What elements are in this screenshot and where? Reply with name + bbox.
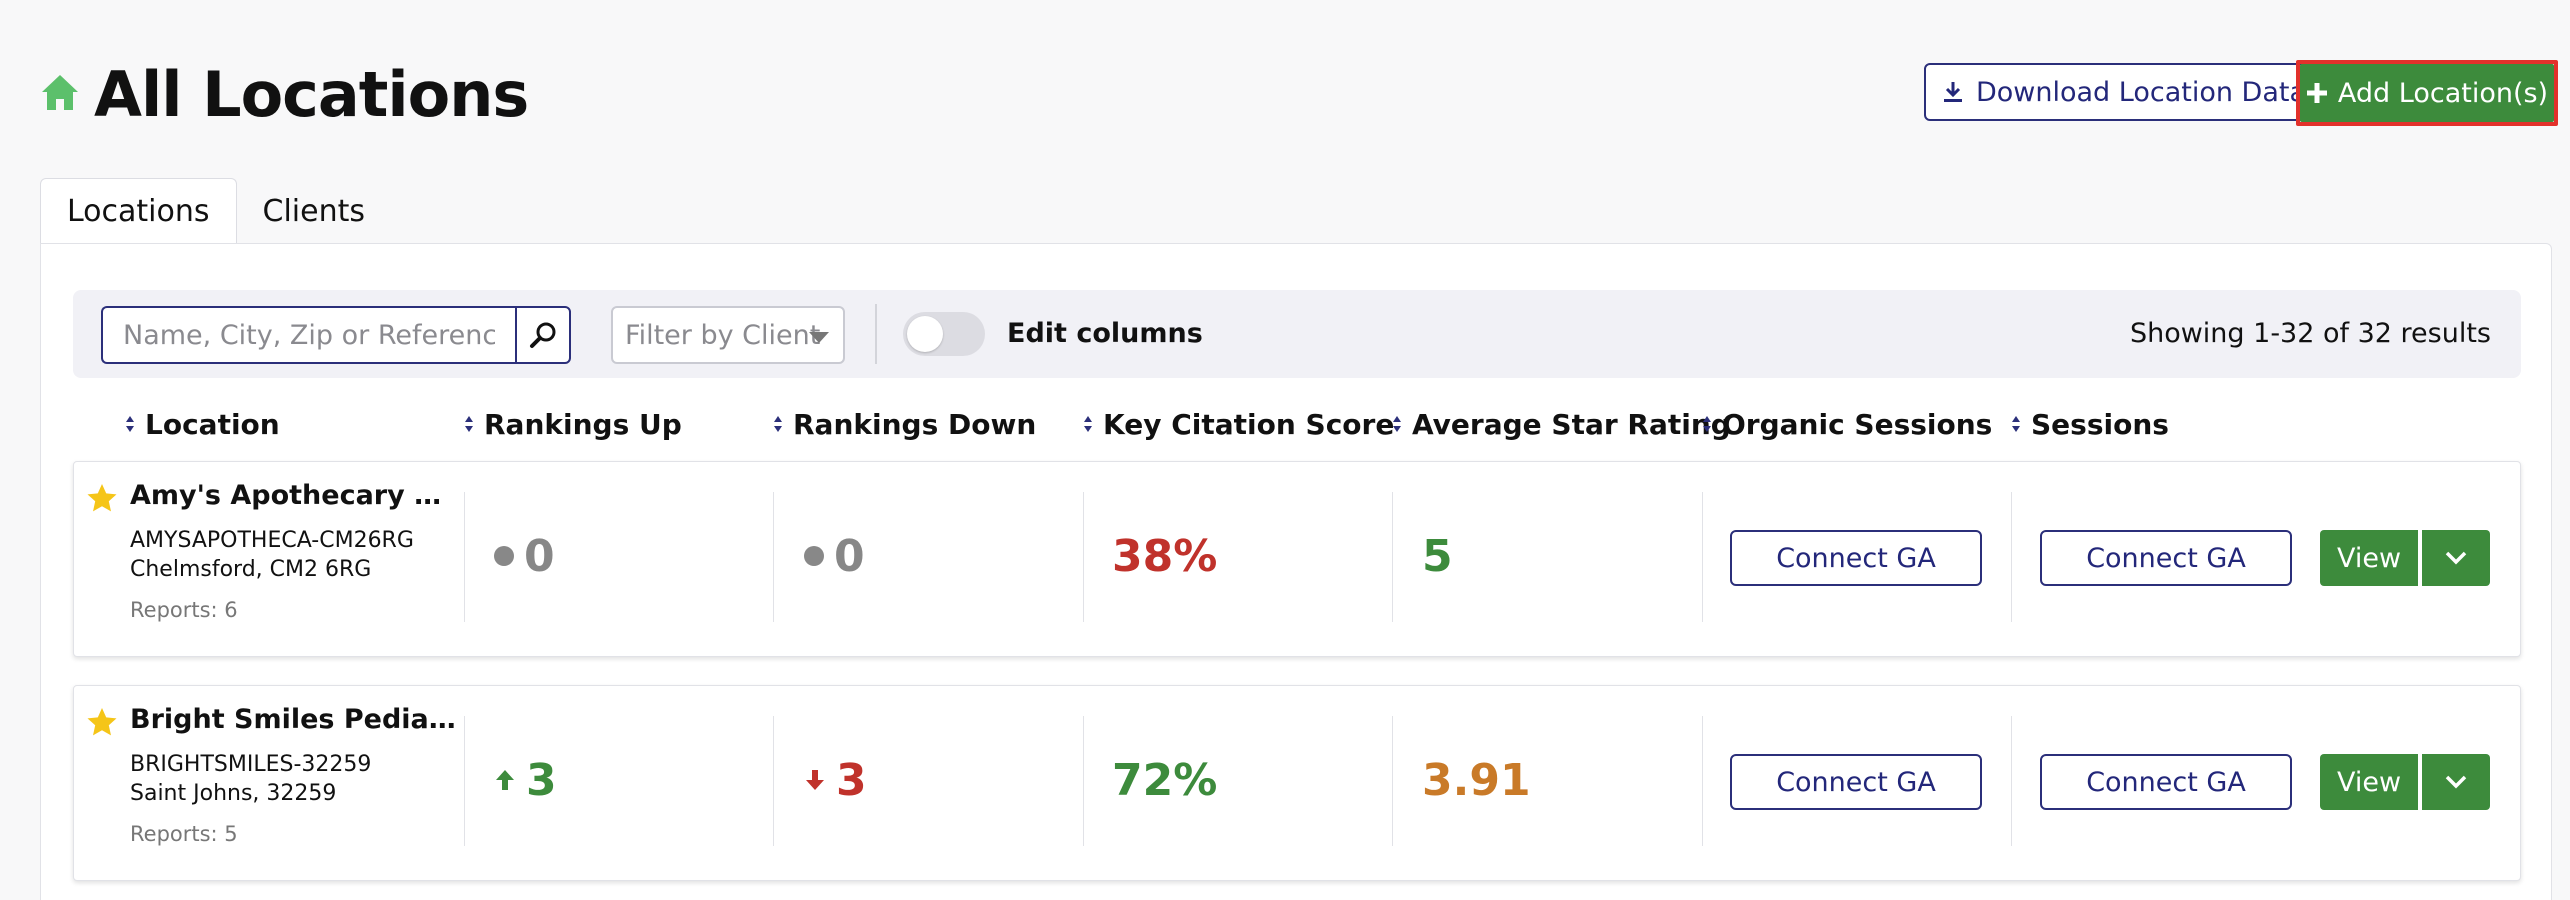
chevron-down-icon (2445, 551, 2467, 565)
sort-icon (1084, 416, 1092, 432)
column-label: Rankings Up (484, 407, 682, 441)
location-reference: BRIGHTSMILES-32259 (130, 752, 372, 777)
edit-columns-toggle[interactable] (903, 312, 985, 356)
column-header-key-citation-score[interactable]: Key Citation Score (1083, 404, 1394, 444)
column-header-rankings-down[interactable]: Rankings Down (773, 404, 1036, 444)
column-header-rankings-up[interactable]: Rankings Up (464, 404, 682, 444)
chevron-down-icon (2445, 775, 2467, 789)
home-icon (42, 75, 78, 110)
column-header-average-star-rating[interactable]: Average Star Rating (1392, 404, 1731, 444)
rankings-up-number: 3 (526, 754, 557, 806)
table-row: Bright Smiles Pediatric... BRIGHTSMILES-… (73, 685, 2521, 881)
sort-icon (2012, 416, 2020, 432)
toolbar-divider (875, 304, 877, 364)
cell-divider (1392, 492, 1393, 622)
table-row: Amy's Apothecary & H... AMYSAPOTHECA-CM2… (73, 461, 2521, 657)
tab-bar: Locations Clients (40, 178, 391, 244)
arrow-up-icon (496, 770, 514, 790)
column-label: Organic Sessions (1722, 407, 1993, 441)
column-header-location[interactable]: Location (125, 404, 280, 444)
sort-icon (465, 416, 473, 432)
chevron-down-icon (809, 332, 829, 343)
toggle-knob (907, 316, 943, 352)
star-rating-value: 5 (1422, 530, 1453, 582)
rankings-up-value: 0 (494, 528, 555, 584)
add-location-highlight: Add Location(s) (2296, 60, 2558, 126)
location-reports: Reports: 5 (130, 822, 238, 846)
cell-divider (1702, 492, 1703, 622)
tab-locations[interactable]: Locations (40, 178, 237, 244)
location-name[interactable]: Amy's Apothecary & H... (130, 480, 460, 511)
cell-divider (464, 716, 465, 846)
rankings-down-value: 3 (804, 752, 867, 808)
connect-ga-organic-button[interactable]: Connect GA (1730, 530, 1982, 586)
search-input[interactable] (101, 306, 515, 364)
star-icon[interactable] (86, 706, 118, 738)
column-header-organic-sessions[interactable]: Organic Sessions (1702, 404, 1992, 444)
filter-by-client-select[interactable]: Filter by Client (611, 306, 845, 364)
cell-divider (1392, 716, 1393, 846)
add-button-label: Add Location(s) (2337, 77, 2549, 109)
cell-divider (773, 492, 774, 622)
arrow-down-icon (806, 770, 824, 790)
location-reference: AMYSAPOTHECA-CM26RG (130, 528, 414, 553)
citation-score-value: 72% (1112, 754, 1218, 806)
rankings-down-number: 3 (836, 754, 867, 806)
search-icon (530, 322, 556, 348)
rankings-up-number: 0 (524, 530, 555, 582)
column-label: Key Citation Score (1103, 407, 1395, 441)
column-label: Sessions (2031, 407, 2169, 441)
edit-columns-label: Edit columns (1007, 318, 1203, 349)
page-header: All Locations Download Location Data Add… (40, 52, 2560, 132)
tab-clients[interactable]: Clients (237, 178, 391, 244)
cell-divider (2011, 492, 2012, 622)
connect-ga-sessions-button[interactable]: Connect GA (2040, 530, 2292, 586)
column-label: Rankings Down (793, 407, 1037, 441)
column-label: Location (145, 407, 280, 441)
rankings-up-value: 3 (494, 752, 557, 808)
filter-toolbar: Filter by Client Edit columns Showing 1-… (73, 290, 2521, 378)
row-actions-dropdown-button[interactable] (2422, 530, 2490, 586)
cell-divider (1083, 716, 1084, 846)
connect-ga-sessions-button[interactable]: Connect GA (2040, 754, 2292, 810)
sort-icon (1703, 416, 1711, 432)
plus-icon (2306, 83, 2327, 103)
star-icon[interactable] (86, 482, 118, 514)
cell-divider (464, 492, 465, 622)
location-name[interactable]: Bright Smiles Pediatric... (130, 704, 460, 735)
page-title: All Locations (94, 58, 529, 131)
sort-icon (774, 416, 782, 432)
search-group (101, 306, 575, 364)
rankings-down-value: 0 (804, 528, 865, 584)
cell-divider (1083, 492, 1084, 622)
add-locations-button[interactable]: Add Location(s) (2300, 64, 2554, 122)
download-location-data-button[interactable]: Download Location Data (1924, 63, 2324, 121)
neutral-dot-icon (494, 546, 514, 566)
download-icon (1943, 82, 1962, 102)
star-rating-value: 3.91 (1422, 754, 1531, 806)
sort-icon (126, 416, 134, 432)
view-button[interactable]: View (2320, 754, 2418, 810)
sort-icon (1393, 416, 1401, 432)
column-header-sessions[interactable]: Sessions (2011, 404, 2169, 444)
filter-placeholder: Filter by Client (625, 319, 821, 351)
view-button[interactable]: View (2320, 530, 2418, 586)
column-label: Average Star Rating (1412, 407, 1731, 441)
location-city: Chelmsford, CM2 6RG (130, 557, 372, 582)
citation-score-value: 38% (1112, 530, 1218, 582)
cell-divider (1702, 716, 1703, 846)
connect-ga-organic-button[interactable]: Connect GA (1730, 754, 1982, 810)
cell-divider (2011, 716, 2012, 846)
cell-divider (773, 716, 774, 846)
location-city: Saint Johns, 32259 (130, 781, 337, 806)
locations-panel: Filter by Client Edit columns Showing 1-… (40, 243, 2552, 900)
search-button[interactable] (515, 306, 571, 364)
neutral-dot-icon (804, 546, 824, 566)
rankings-down-number: 0 (834, 530, 865, 582)
row-actions-dropdown-button[interactable] (2422, 754, 2490, 810)
location-reports: Reports: 6 (130, 598, 238, 622)
results-count: Showing 1-32 of 32 results (2129, 318, 2491, 349)
download-button-label: Download Location Data (1975, 76, 2307, 108)
